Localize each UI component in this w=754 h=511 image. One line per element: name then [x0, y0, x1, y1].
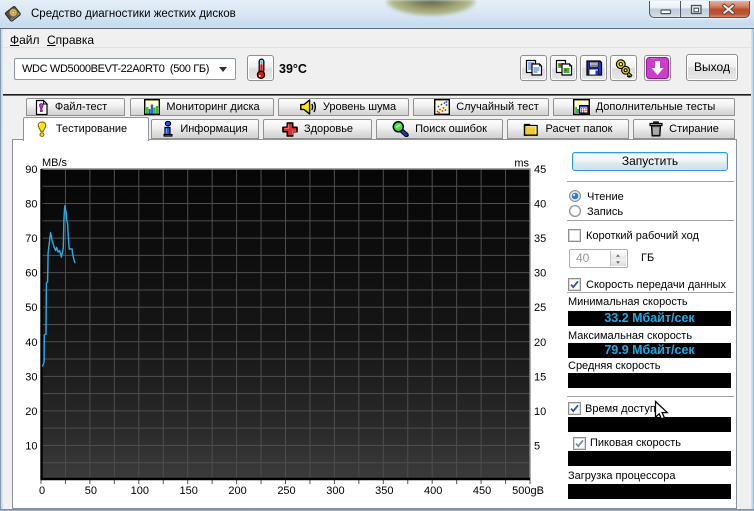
svg-text:5: 5	[534, 440, 540, 452]
svg-text:100: 100	[131, 485, 149, 497]
svg-text:80: 80	[25, 199, 37, 211]
svg-text:35: 35	[534, 233, 546, 245]
svg-text:250: 250	[277, 485, 295, 497]
svg-text:90: 90	[25, 164, 37, 176]
svg-text:40: 40	[534, 199, 546, 211]
svg-text:300: 300	[326, 485, 344, 497]
svg-text:150: 150	[180, 485, 198, 497]
svg-text:350: 350	[375, 485, 393, 497]
svg-text:20: 20	[534, 337, 546, 349]
svg-text:10: 10	[534, 406, 546, 418]
svg-text:30: 30	[25, 371, 37, 383]
svg-text:15: 15	[534, 371, 546, 383]
svg-text:450: 450	[473, 485, 491, 497]
svg-text:70: 70	[25, 233, 37, 245]
svg-text:ms: ms	[514, 158, 529, 170]
svg-text:MB/s: MB/s	[42, 157, 68, 169]
svg-text:200: 200	[228, 485, 246, 497]
svg-text:30: 30	[534, 268, 546, 280]
svg-text:0: 0	[39, 485, 45, 497]
svg-text:45: 45	[534, 164, 546, 176]
svg-text:50: 50	[25, 302, 37, 314]
svg-text:10: 10	[25, 440, 37, 452]
svg-text:25: 25	[534, 302, 546, 314]
svg-text:400: 400	[424, 485, 442, 497]
svg-text:500gB: 500gB	[512, 485, 544, 497]
svg-text:50: 50	[85, 485, 97, 497]
svg-text:60: 60	[25, 268, 37, 280]
svg-text:40: 40	[25, 337, 37, 349]
svg-text:20: 20	[25, 406, 37, 418]
